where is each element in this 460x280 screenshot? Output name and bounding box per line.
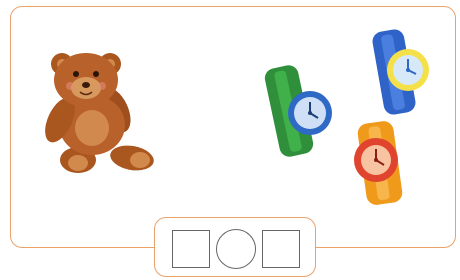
watch-icon (264, 65, 332, 157)
watch-icon (354, 121, 403, 205)
answer-box-right[interactable] (262, 230, 300, 268)
teddy-bear-icon (45, 53, 154, 173)
answer-box-left[interactable] (172, 230, 210, 268)
comparison-circle[interactable] (216, 229, 256, 269)
watch-icon (372, 29, 429, 115)
